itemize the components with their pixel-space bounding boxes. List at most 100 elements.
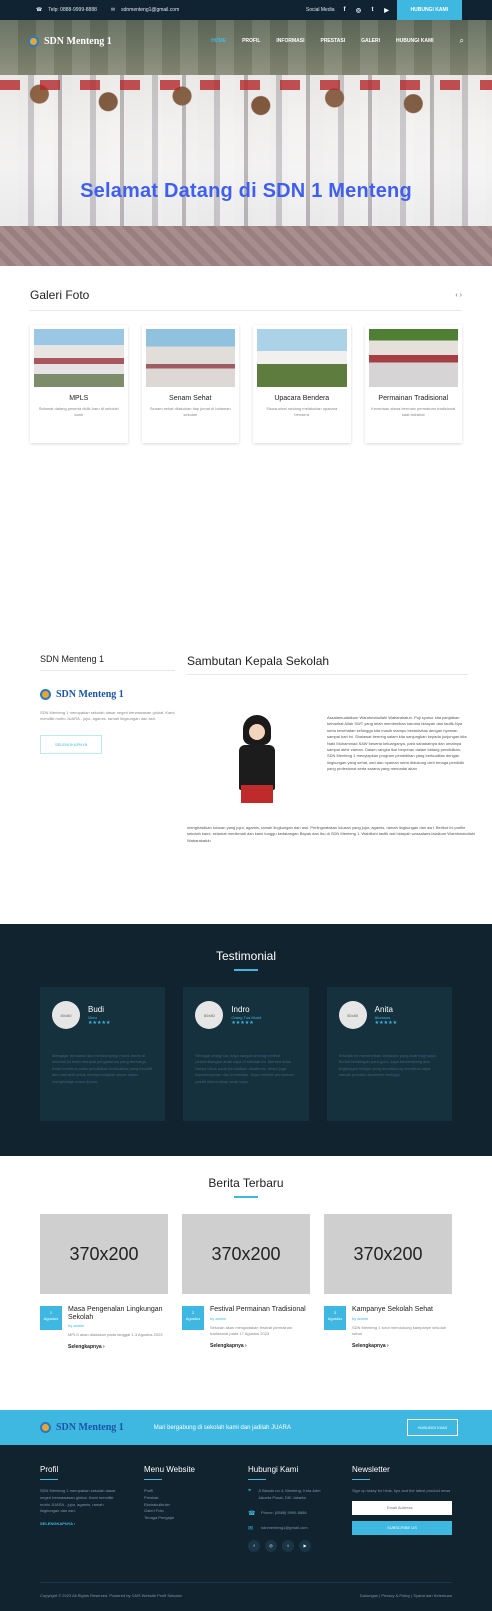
testimonial-card: 80x80 Budi Guru ★★★★★ Mengajar bersama d…: [40, 987, 166, 1121]
school-badge-icon: [28, 35, 39, 47]
footer-bottom-bar: Copyright © 2023 All Rights Reserved. Po…: [40, 1581, 452, 1598]
rating-stars: ★★★★★: [88, 1019, 111, 1026]
footer-menu-item[interactable]: Profil: [144, 1488, 226, 1495]
phone-text: Telp: 0888-9999-8888: [48, 7, 97, 13]
footer-profil-text: SDN Menteng 1 merupakan sekolah dasar ne…: [40, 1488, 116, 1514]
subscribe-button[interactable]: SUBSCRIBE US: [352, 1520, 452, 1535]
instagram-icon[interactable]: ◎: [265, 1539, 277, 1552]
gallery-header: Galeri Foto ‹ ›: [30, 266, 462, 311]
nav-galeri[interactable]: GALERI: [361, 38, 380, 44]
news-headline[interactable]: Masa Pengenalan Lingkungan Sekolah: [68, 1306, 168, 1321]
principal-body-shape: [239, 745, 275, 790]
avatar: 80x80: [195, 1001, 224, 1029]
gallery-card-title: Permainan Tradisional: [378, 395, 449, 402]
footer-menu-item[interactable]: Galeri Foto: [144, 1508, 226, 1515]
newsletter-email-input[interactable]: [352, 1500, 452, 1515]
footer-menu-item[interactable]: Tenaga Pengajar: [144, 1515, 226, 1522]
gallery-image: [145, 329, 235, 387]
gallery-card[interactable]: Upacara Bendera Siswa-siswi sedang melak…: [253, 325, 351, 443]
ground: [0, 226, 492, 266]
cta-tagline: Mari bergabung di sekolah kami dan jadil…: [153, 1424, 291, 1431]
footer-more-link[interactable]: SELENGKAPNYA ›: [40, 1521, 122, 1526]
email-text: sdnmenteng1@gmail.com: [121, 7, 180, 13]
gallery-arrows-icon[interactable]: ‹ ›: [455, 292, 462, 299]
about-school-title: SDN Menteng 1: [40, 654, 175, 671]
date-badge: 1 Agustus: [40, 1306, 62, 1330]
footer-menu: Menu Website Profil Prestasi Ekstrakulik…: [144, 1465, 226, 1552]
testimonial-name: Indro: [231, 1004, 250, 1014]
footer-menu-item[interactable]: Ekstrakulikuler: [144, 1502, 226, 1509]
search-icon[interactable]: ⌕: [460, 36, 464, 46]
twitter-icon[interactable]: t: [369, 7, 377, 13]
facebook-icon[interactable]: f: [341, 7, 349, 13]
copyright-text: Copyright © 2023 All Rights Reserved. Po…: [40, 1592, 182, 1598]
twitter-icon[interactable]: t: [282, 1539, 294, 1552]
news-headline[interactable]: Festival Permainan Tradisional: [210, 1306, 310, 1314]
nav-home[interactable]: HOME: [211, 38, 226, 44]
gallery-card[interactable]: Senam Sehat Senam sehat dilakukan tiap j…: [141, 325, 239, 443]
title-underline: [248, 1479, 266, 1480]
hero-title: Selamat Datang di SDN 1 Menteng: [80, 180, 412, 202]
gallery-card[interactable]: Permainan Tradisional Keceriaan siswa be…: [364, 325, 462, 443]
rating-stars: ★★★★★: [374, 1019, 398, 1026]
read-more-link[interactable]: Selengkapnya ›: [352, 1343, 452, 1349]
principal-illustration: [231, 715, 283, 805]
nav-prestasi[interactable]: PRESTASI: [320, 38, 345, 44]
nav-profil[interactable]: PROFIL: [242, 38, 260, 44]
news-card[interactable]: 370x200 1 Agustus Masa Pengenalan Lingkun…: [40, 1214, 168, 1414]
facebook-icon[interactable]: f: [248, 1539, 260, 1552]
contact-button[interactable]: HUBUNGI KAMI: [396, 0, 462, 20]
testimonial-role: Orang Tua Murid: [231, 1014, 262, 1020]
news-headline[interactable]: Kampanye Sekolah Sehat: [352, 1306, 452, 1314]
date-badge: 2 Agustus: [182, 1306, 204, 1330]
footer-menu-item[interactable]: Prestasi: [144, 1495, 226, 1502]
news-excerpt: SDN Menteng 1 turut mendukung kampanye s…: [352, 1324, 447, 1336]
phone-icon: ☎: [248, 1510, 256, 1517]
youtube-icon[interactable]: ▶: [299, 1539, 311, 1552]
school-badge-icon: [40, 1422, 51, 1433]
news-card[interactable]: 370x200 3 Agustus Kampanye Sekolah Sehat …: [324, 1214, 452, 1414]
topbar: ☎ Telp: 0888-9999-8888 ✉ sdnmenteng1@gma…: [0, 0, 492, 20]
news-excerpt: MPLS akan diadakan pada tanggal 1-3 Agus…: [68, 1332, 163, 1338]
footer-newsletter-title: Newsletter: [352, 1465, 390, 1474]
testimonial-cards: 80x80 Budi Guru ★★★★★ Mengajar bersama d…: [40, 987, 452, 1121]
footer-address: Jl Besuki no 4, Menteng, Kota Adm Jakart…: [258, 1488, 321, 1500]
site-logo[interactable]: SDN Menteng 1: [28, 35, 112, 47]
read-more-link[interactable]: Selengkapnya ›: [68, 1344, 168, 1350]
gallery-card-title: Senam Sehat: [169, 395, 212, 402]
news-card[interactable]: 370x200 2 Agustus Festival Permainan Trad…: [182, 1214, 310, 1414]
testimonial-section: Testimonial 80x80 Budi Guru ★★★★★ Mengaj…: [0, 924, 492, 1156]
testimonial-title: Testimonial: [215, 949, 277, 963]
gallery-cards: MPLS Selamat datang peserta didik baru d…: [30, 325, 462, 443]
nav-hubungi[interactable]: HUBUNGI KAMI: [396, 38, 434, 44]
gallery-card-desc: Keceriaan siswa bermain permainan tradis…: [371, 406, 456, 417]
gallery-card-desc: Senam sehat dilakukan tiap jumat di hala…: [149, 406, 231, 417]
footer-menu-title: Menu Website: [144, 1465, 195, 1474]
footer-profil: Profil SDN Menteng 1 merupakan sekolah d…: [40, 1465, 122, 1552]
nav-informasi[interactable]: INFORMASI: [276, 38, 304, 44]
news-excerpt: Sekolah akan mengadakan festival permain…: [210, 1324, 293, 1336]
instagram-icon[interactable]: ◎: [355, 7, 363, 14]
footer-phone: Phone: (0888) 9999-8888: [261, 1509, 307, 1515]
gallery-image: [34, 329, 124, 387]
title-underline: [234, 969, 258, 971]
youtube-icon[interactable]: ▶: [383, 7, 391, 14]
about-logo: SDN Menteng 1: [40, 689, 175, 700]
footer-profil-title: Profil: [40, 1465, 59, 1474]
avatar: 80x80: [338, 1001, 367, 1029]
footer-contact: Hubungi Kami ⌖ Jl Besuki no 4, Menteng, K…: [248, 1465, 330, 1552]
gallery-title: Galeri Foto: [30, 288, 90, 302]
read-more-link[interactable]: Selengkapnya ›: [210, 1343, 310, 1349]
footer-policy-links[interactable]: Dukungan | Privacy & Policy | Syarat dan…: [360, 1593, 452, 1598]
testimonial-name: Budi: [88, 1004, 105, 1014]
hats-row: [0, 80, 492, 90]
footer-social: f ◎ t ▶: [248, 1539, 330, 1552]
gallery-card-desc: Selamat datang peserta didik baru di sek…: [38, 406, 119, 417]
date-badge: 3 Agustus: [324, 1306, 346, 1330]
cta-contact-button[interactable]: HUBUNGI KAMI: [406, 1419, 458, 1436]
news-section: Berita Terbaru 370x200 1 Agustus Masa Pen…: [0, 1156, 492, 1410]
footer-contact-title: Hubungi Kami: [248, 1465, 299, 1474]
gallery-card[interactable]: MPLS Selamat datang peserta didik baru d…: [30, 325, 128, 443]
phone-icon: ☎: [36, 7, 43, 13]
about-more-button[interactable]: SELENGKAPNYA: [40, 734, 103, 754]
